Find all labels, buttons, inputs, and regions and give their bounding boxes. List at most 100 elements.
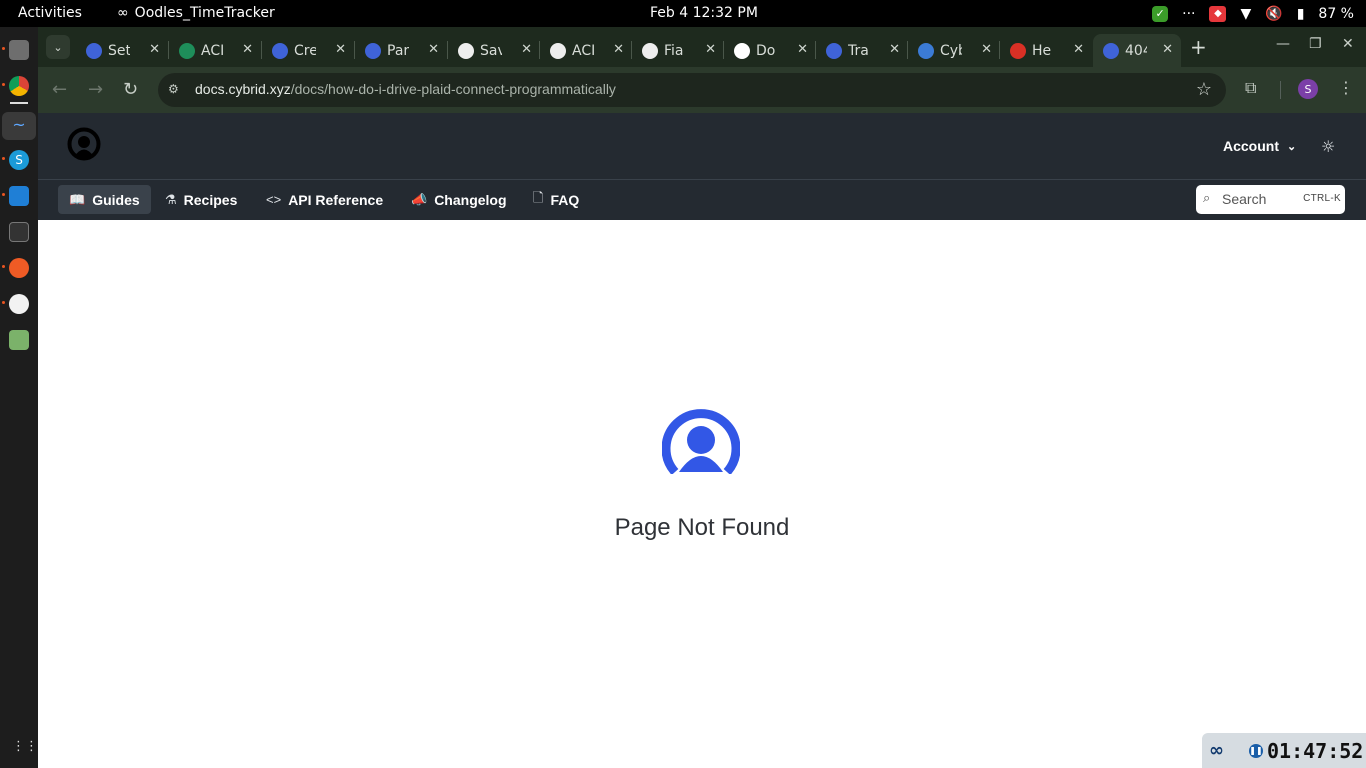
bookmark-star-icon[interactable]: ☆ bbox=[1196, 79, 1212, 100]
tab-search-button[interactable]: ⌄ bbox=[46, 35, 70, 59]
browser-tab[interactable]: Do ✕ bbox=[724, 34, 816, 67]
system-tray[interactable]: ✓ ··· ◆ ▼ 🔇 ▮ 87 % bbox=[1152, 3, 1354, 24]
close-tab-icon[interactable]: ✕ bbox=[428, 42, 439, 57]
search-shortcut: CTRL-K bbox=[1303, 193, 1341, 204]
browser-tab[interactable]: ACI ✕ bbox=[540, 34, 632, 67]
browser-tab[interactable]: Fia ✕ bbox=[632, 34, 724, 67]
nav-guides[interactable]: 📖 Guides bbox=[58, 185, 151, 214]
search-box[interactable]: ⌕ Search CTRL-K bbox=[1196, 185, 1345, 214]
nav-faq[interactable]: 🗋 FAQ bbox=[522, 185, 590, 214]
close-tab-icon[interactable]: ✕ bbox=[613, 42, 624, 57]
nav-api-reference-label: API Reference bbox=[288, 191, 384, 208]
tab-separator bbox=[631, 41, 632, 59]
close-tab-icon[interactable]: ✕ bbox=[1073, 42, 1084, 57]
tab-title: Sav bbox=[480, 42, 502, 59]
close-tab-icon[interactable]: ✕ bbox=[1162, 42, 1173, 57]
nav-faq-label: FAQ bbox=[550, 191, 580, 208]
site-info-icon[interactable]: ⚙ bbox=[168, 82, 184, 98]
close-tab-icon[interactable]: ✕ bbox=[242, 42, 253, 57]
postman-icon[interactable] bbox=[9, 258, 29, 278]
nav-api-reference[interactable]: <> API Reference bbox=[255, 185, 394, 214]
tab-title: ACI bbox=[572, 42, 594, 59]
tab-strip: ⌄ Set✕ACI✕Cre✕Par✕Sav✕ACI✕Fia✕Do✕Tra✕Cyb… bbox=[38, 27, 1366, 67]
battery-level: 87 % bbox=[1318, 5, 1354, 22]
chrome-icon[interactable] bbox=[9, 76, 29, 96]
tab-separator bbox=[168, 41, 169, 59]
close-tab-icon[interactable]: ✕ bbox=[705, 42, 716, 57]
vscode-icon[interactable] bbox=[9, 186, 29, 206]
tab-title: Cre bbox=[294, 42, 316, 59]
show-apps-icon[interactable]: ⋮⋮ bbox=[12, 739, 38, 754]
dock: ~ S ⋮⋮ bbox=[0, 27, 38, 768]
close-tab-icon[interactable]: ✕ bbox=[981, 42, 992, 57]
close-tab-icon[interactable]: ✕ bbox=[149, 42, 160, 57]
tab-separator bbox=[261, 41, 262, 59]
close-tab-icon[interactable]: ✕ bbox=[889, 42, 900, 57]
browser-toolbar: ← → ↻ ⚙ docs.cybrid.xyz/docs/how-do-i-dr… bbox=[38, 67, 1366, 113]
cybrid-icon bbox=[365, 42, 381, 59]
nav-changelog[interactable]: 📣 Changelog bbox=[400, 185, 518, 214]
browser-tab[interactable]: Set ✕ bbox=[76, 34, 168, 67]
skype-icon[interactable]: S bbox=[9, 150, 29, 170]
close-window-button[interactable]: ✕ bbox=[1342, 36, 1354, 52]
reload-button[interactable]: ↻ bbox=[123, 79, 138, 100]
files-icon[interactable] bbox=[9, 40, 29, 60]
browser-tab[interactable]: Tra ✕ bbox=[816, 34, 908, 67]
browser-tab[interactable]: Par ✕ bbox=[355, 34, 447, 67]
browser-tab[interactable]: 404 ✕ bbox=[1093, 34, 1181, 67]
toolbar-divider bbox=[1280, 81, 1281, 99]
tab-title: Cyb bbox=[940, 42, 962, 59]
anydesk-icon[interactable]: ◆ bbox=[1209, 5, 1227, 22]
clock[interactable]: Feb 4 12:32 PM bbox=[650, 5, 758, 21]
activities-button[interactable]: Activities bbox=[18, 5, 82, 21]
back-button[interactable]: ← bbox=[52, 79, 67, 100]
tab-title: He bbox=[1032, 42, 1052, 59]
browser-tab[interactable]: Sav ✕ bbox=[448, 34, 540, 67]
pause-icon[interactable]: ❚❚ bbox=[1249, 743, 1263, 758]
openai-icon bbox=[642, 42, 658, 59]
mongodb-compass-icon[interactable] bbox=[9, 294, 29, 314]
cybrid-logo-icon bbox=[662, 409, 740, 474]
close-tab-icon[interactable]: ✕ bbox=[335, 42, 346, 57]
nav-recipes[interactable]: ⚗ Recipes bbox=[154, 185, 248, 214]
url-text[interactable]: docs.cybrid.xyz/docs/how-do-i-drive-plai… bbox=[195, 81, 616, 97]
extensions-icon[interactable]: ⧉ bbox=[1245, 78, 1256, 98]
shield-check-icon[interactable]: ✓ bbox=[1152, 5, 1169, 22]
account-label: Account bbox=[1223, 138, 1279, 154]
account-menu[interactable]: Account ⌄ bbox=[1223, 138, 1296, 154]
tab-title: Set bbox=[108, 42, 130, 59]
minimize-button[interactable]: — bbox=[1276, 36, 1290, 52]
timetracker-icon[interactable]: ~ bbox=[2, 112, 36, 140]
tab-separator bbox=[447, 41, 448, 59]
maximize-button[interactable]: ❐ bbox=[1309, 36, 1322, 52]
browser-tab[interactable]: ACI ✕ bbox=[169, 34, 261, 67]
timetracker-widget[interactable]: ∞ ❚❚ 01:47:52 bbox=[1202, 733, 1366, 768]
more-icon[interactable]: ··· bbox=[1182, 6, 1195, 22]
theme-toggle-sun-icon[interactable]: ☼ bbox=[1321, 137, 1335, 156]
megaphone-icon: 📣 bbox=[411, 191, 428, 207]
trash-icon[interactable] bbox=[9, 330, 29, 350]
browser-tab[interactable]: Cre ✕ bbox=[262, 34, 354, 67]
address-bar[interactable]: ⚙ docs.cybrid.xyz/docs/how-do-i-drive-pl… bbox=[158, 73, 1226, 107]
new-tab-button[interactable]: + bbox=[1190, 35, 1207, 59]
tab-separator bbox=[539, 41, 540, 59]
forward-button[interactable]: → bbox=[88, 79, 103, 100]
browser-tab[interactable]: Cyb ✕ bbox=[908, 34, 1000, 67]
close-tab-icon[interactable]: ✕ bbox=[797, 42, 808, 57]
code-icon: <> bbox=[266, 192, 282, 207]
cybrid-logo-icon[interactable] bbox=[67, 127, 101, 161]
profile-avatar[interactable]: S bbox=[1298, 79, 1318, 99]
chrome-active-indicator bbox=[10, 102, 28, 104]
cybrid-icon bbox=[1103, 42, 1119, 59]
infinity-icon: ∞ bbox=[1209, 739, 1224, 761]
system-top-bar: Activities ∞ Oodles_TimeTracker Feb 4 12… bbox=[0, 0, 1366, 27]
tab-title: Fia bbox=[664, 42, 684, 59]
close-tab-icon[interactable]: ✕ bbox=[521, 42, 532, 57]
tab-separator bbox=[999, 41, 1000, 59]
openai-icon bbox=[550, 42, 566, 59]
app-menu[interactable]: ∞ Oodles_TimeTracker bbox=[117, 5, 275, 21]
chrome-menu-icon[interactable]: ⋮ bbox=[1338, 78, 1354, 97]
search-placeholder: Search bbox=[1222, 191, 1267, 207]
terminal-icon[interactable] bbox=[9, 222, 29, 242]
browser-tab[interactable]: He ✕ bbox=[1000, 34, 1092, 67]
